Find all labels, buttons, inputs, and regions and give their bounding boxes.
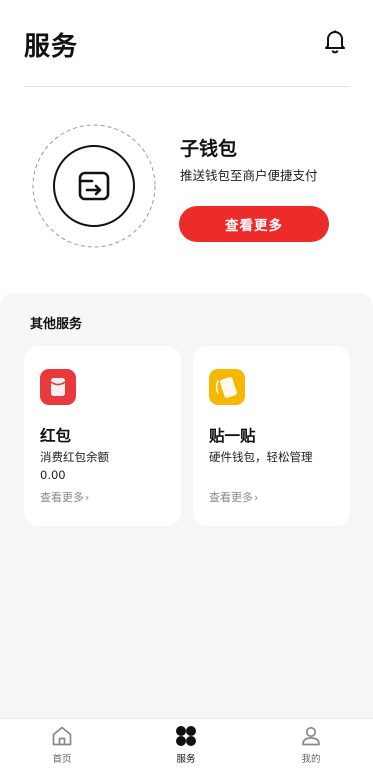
sub-wallet-title: 子钱包 <box>180 138 238 160</box>
tab-home-label: 首页 <box>52 754 72 765</box>
tab-services-label: 服务 <box>176 754 196 765</box>
page-title: 服务 <box>24 32 79 62</box>
wallet-icon <box>30 122 158 250</box>
profile-icon <box>302 726 320 746</box>
bottom-tab-bar: 首页 服务 我的 <box>0 718 373 768</box>
tap-card-card[interactable]: 贴一贴 硬件钱包，轻松管理 查看更多 › <box>193 346 350 526</box>
sub-wallet-subtitle: 推送钱包至商户便捷支付 <box>180 168 318 183</box>
view-more-button[interactable]: 查看更多 <box>179 206 329 242</box>
other-services-section: 其他服务 红包 消费红包余额 0.00 查看更多 › 贴一贴 硬件钱包，轻松管理 <box>0 293 373 718</box>
other-services-title: 其他服务 <box>30 317 83 332</box>
tap-card-title: 贴一贴 <box>209 427 256 445</box>
view-more-label: 查看更多 <box>40 491 84 504</box>
tab-profile-label: 我的 <box>301 754 321 765</box>
red-packet-icon <box>40 369 76 405</box>
red-packet-desc: 消费红包余额 <box>40 450 109 464</box>
tab-profile[interactable]: 我的 <box>249 719 373 768</box>
red-packet-card[interactable]: 红包 消费红包余额 0.00 查看更多 › <box>24 346 181 526</box>
tap-card-icon <box>209 369 245 405</box>
tap-card-view-more-link[interactable]: 查看更多 › <box>209 489 258 505</box>
red-packet-title: 红包 <box>40 427 72 445</box>
chevron-right-icon: › <box>85 490 90 504</box>
header-divider <box>24 86 350 87</box>
view-more-label: 查看更多 <box>209 491 253 504</box>
bell-icon[interactable] <box>322 28 348 54</box>
chevron-right-icon: › <box>254 490 259 504</box>
tap-card-desc: 硬件钱包，轻松管理 <box>209 450 313 464</box>
tab-services[interactable]: 服务 <box>124 719 248 768</box>
header: 服务 <box>0 0 373 88</box>
red-packet-view-more-link[interactable]: 查看更多 › <box>40 489 89 505</box>
sub-wallet-section: 子钱包 推送钱包至商户便捷支付 查看更多 <box>0 110 373 280</box>
tab-home[interactable]: 首页 <box>0 719 124 768</box>
home-icon <box>52 726 72 746</box>
red-packet-balance: 0.00 <box>40 468 66 482</box>
services-grid-icon <box>176 726 196 746</box>
